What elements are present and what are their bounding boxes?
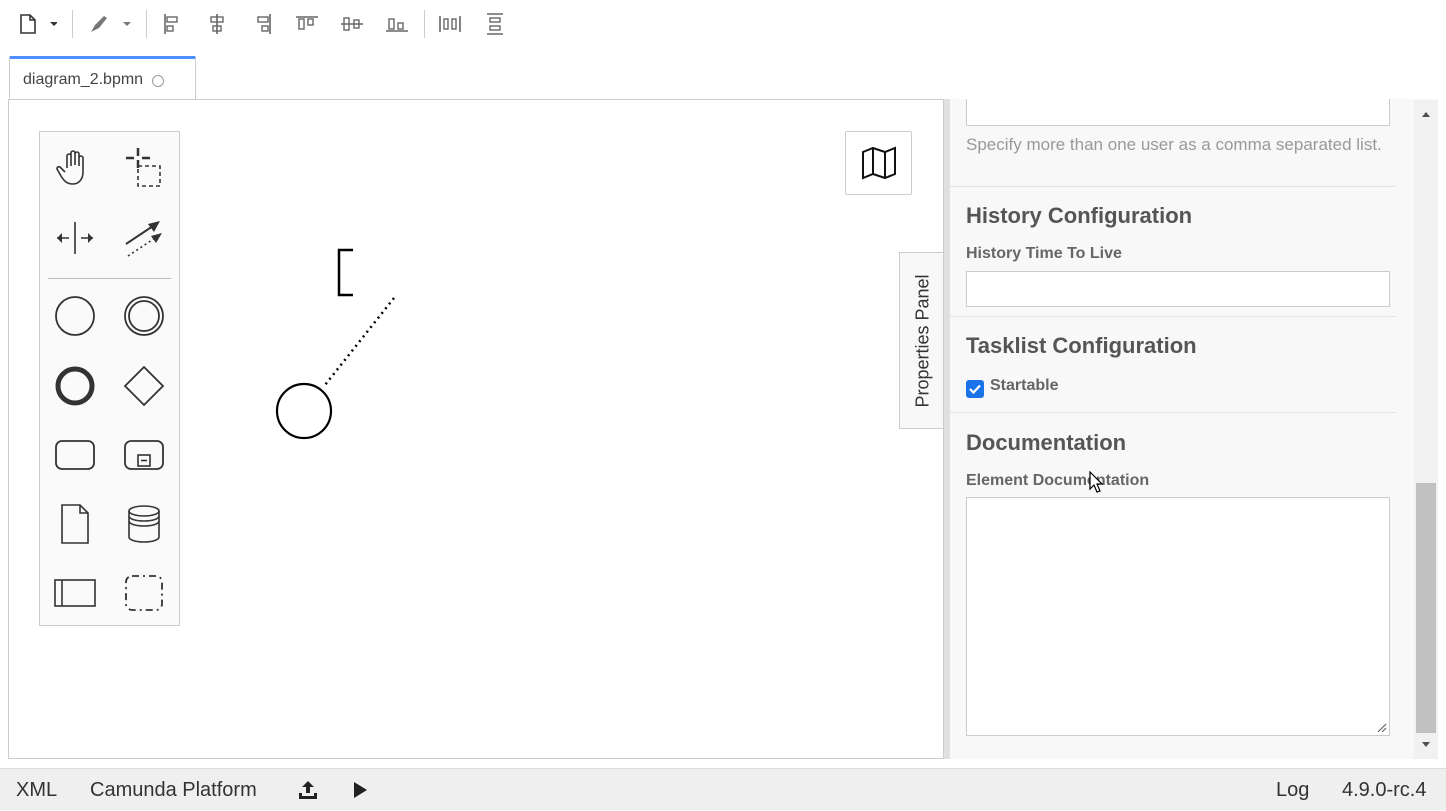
- hand-tool-icon: [56, 150, 84, 185]
- create-end-event-button[interactable]: [47, 358, 103, 414]
- space-tool-button[interactable]: [47, 210, 103, 266]
- history-time-to-live-label: History Time To Live: [966, 245, 1122, 262]
- association-connection[interactable]: [324, 297, 395, 386]
- create-task-button[interactable]: [47, 427, 103, 483]
- xml-view-button[interactable]: XML: [16, 769, 57, 811]
- palette-separator: [48, 278, 171, 279]
- arrow-down-icon: [1422, 742, 1430, 747]
- tool-palette: [39, 131, 180, 626]
- create-data-object-button[interactable]: [47, 496, 103, 552]
- scroll-thumb[interactable]: [1416, 483, 1436, 733]
- end-event-icon: [55, 366, 95, 406]
- connect-tool-icon: [125, 221, 162, 257]
- section-divider: [950, 186, 1396, 187]
- create-start-event-button[interactable]: [47, 288, 103, 344]
- gateway-icon: [123, 365, 165, 407]
- start-event[interactable]: [275, 382, 333, 440]
- section-divider: [950, 316, 1396, 317]
- global-connect-tool-button[interactable]: [116, 210, 172, 266]
- subprocess-icon: [124, 440, 164, 470]
- group-icon: [125, 575, 163, 611]
- task-icon: [55, 440, 95, 470]
- mouse-cursor-icon: [1089, 471, 1103, 493]
- lasso-tool-button[interactable]: [116, 140, 172, 196]
- engine-platform-selector[interactable]: Camunda Platform: [90, 769, 257, 811]
- scroll-up-button[interactable]: [1414, 100, 1438, 128]
- create-intermediate-event-button[interactable]: [116, 288, 172, 344]
- section-divider: [950, 412, 1396, 413]
- status-bar: XML Camunda Platform Log 4.9.0-rc.4: [0, 768, 1446, 810]
- candidate-users-hint: Specify more than one user as a comma se…: [966, 135, 1382, 154]
- data-object-icon: [61, 504, 89, 544]
- documentation-title: Documentation: [966, 430, 1127, 455]
- version-label[interactable]: 4.9.0-rc.4: [1342, 769, 1426, 811]
- create-subprocess-button[interactable]: [116, 427, 172, 483]
- map-icon: [861, 146, 896, 180]
- tasklist-configuration-title: Tasklist Configuration: [966, 333, 1197, 358]
- properties-panel-resizer[interactable]: [944, 99, 950, 759]
- startable-label: Startable: [990, 377, 1059, 394]
- text-annotation[interactable]: [337, 248, 353, 297]
- lasso-tool-icon: [126, 148, 161, 187]
- pool-icon: [54, 579, 96, 607]
- element-documentation-label: Element Documentation: [966, 472, 1150, 489]
- create-gateway-button[interactable]: [116, 358, 172, 414]
- properties-panel-toggle-label: Properties Panel: [912, 273, 932, 408]
- arrow-up-icon: [1422, 112, 1430, 117]
- startable-checkbox[interactable]: [966, 380, 984, 398]
- data-store-icon: [128, 505, 160, 543]
- intermediate-event-icon: [124, 296, 164, 336]
- start-event-icon: [55, 296, 95, 336]
- deploy-button[interactable]: [296, 769, 320, 811]
- start-instance-button[interactable]: [350, 769, 370, 811]
- history-time-to-live-input[interactable]: [966, 271, 1390, 307]
- hand-tool-button[interactable]: [47, 140, 103, 196]
- create-pool-button[interactable]: [47, 565, 103, 621]
- history-configuration-title: History Configuration: [966, 203, 1193, 228]
- create-data-store-button[interactable]: [116, 496, 172, 552]
- minimap-toggle-button[interactable]: [845, 131, 912, 195]
- play-icon: [354, 782, 367, 798]
- upload-icon: [299, 781, 317, 799]
- resize-handle-icon[interactable]: [1375, 721, 1387, 733]
- checkmark-icon: [969, 384, 981, 395]
- create-group-button[interactable]: [116, 565, 172, 621]
- element-documentation-textarea[interactable]: [966, 497, 1390, 736]
- candidate-users-input[interactable]: [966, 99, 1390, 126]
- properties-scrollbar[interactable]: [1414, 100, 1438, 759]
- scroll-down-button[interactable]: [1414, 731, 1438, 759]
- log-toggle-button[interactable]: Log: [1276, 769, 1309, 811]
- properties-panel-toggle[interactable]: Properties Panel: [899, 252, 945, 429]
- space-tool-icon: [57, 222, 93, 254]
- properties-panel: Specify more than one user as a comma se…: [943, 99, 1438, 759]
